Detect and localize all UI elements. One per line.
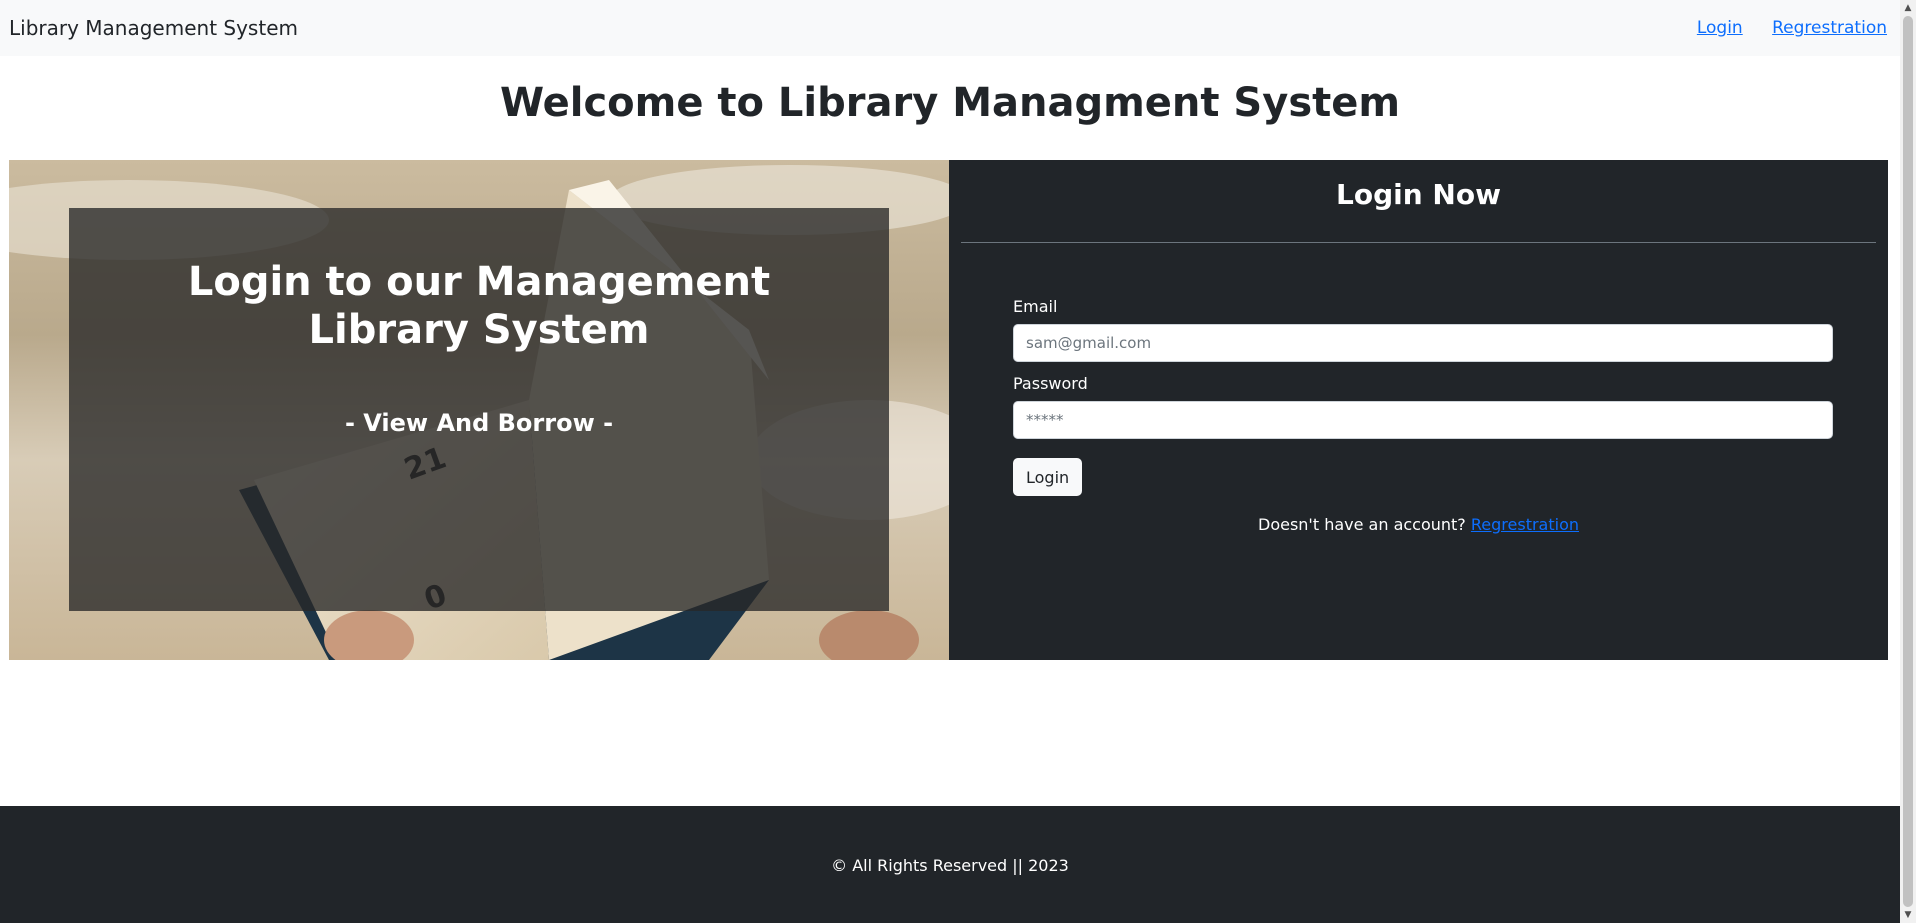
email-label: Email — [1013, 297, 1058, 316]
hero-overlay-card: Login to our Management Library System -… — [69, 208, 889, 611]
hero-title: Login to our Management Library System — [187, 259, 771, 353]
vertical-scrollbar[interactable]: ▲ ▼ — [1900, 0, 1916, 923]
scroll-up-arrow-icon[interactable]: ▲ — [1900, 0, 1916, 16]
page: Library Management System Login Regrestr… — [0, 0, 1900, 923]
nav-links: Login Regrestration — [1673, 18, 1887, 38]
register-prompt: Doesn't have an account? Regrestration — [949, 515, 1888, 534]
nav-login-link[interactable]: Login — [1697, 18, 1743, 38]
hero-section: 21 0 Login to our Management Library Sys… — [9, 160, 1888, 660]
nav-register-link[interactable]: Regrestration — [1772, 18, 1887, 38]
email-field[interactable] — [1013, 324, 1833, 362]
page-title: Welcome to Library Managment System — [499, 80, 1401, 126]
scroll-down-arrow-icon[interactable]: ▼ — [1900, 907, 1916, 923]
navbar-brand[interactable]: Library Management System — [9, 16, 298, 40]
register-prompt-text: Doesn't have an account? — [1258, 515, 1466, 534]
login-panel: Login Now Email Password Login Doesn't h… — [949, 160, 1888, 660]
footer-copyright: © All Rights Reserved || 2023 — [831, 856, 1069, 875]
password-field[interactable] — [1013, 401, 1833, 439]
hero-subtitle: - View And Borrow - — [344, 409, 614, 437]
password-label: Password — [1013, 374, 1088, 393]
login-heading: Login Now — [1336, 178, 1501, 211]
navbar: Library Management System Login Regrestr… — [0, 0, 1900, 56]
hero-image-panel: 21 0 Login to our Management Library Sys… — [9, 160, 949, 660]
login-button[interactable]: Login — [1013, 458, 1083, 496]
login-divider — [961, 242, 1876, 243]
footer: © All Rights Reserved || 2023 — [0, 806, 1900, 923]
login-form: Email Password Login — [1013, 297, 1833, 496]
register-link[interactable]: Regrestration — [1471, 515, 1579, 534]
scrollbar-thumb[interactable] — [1903, 16, 1913, 907]
